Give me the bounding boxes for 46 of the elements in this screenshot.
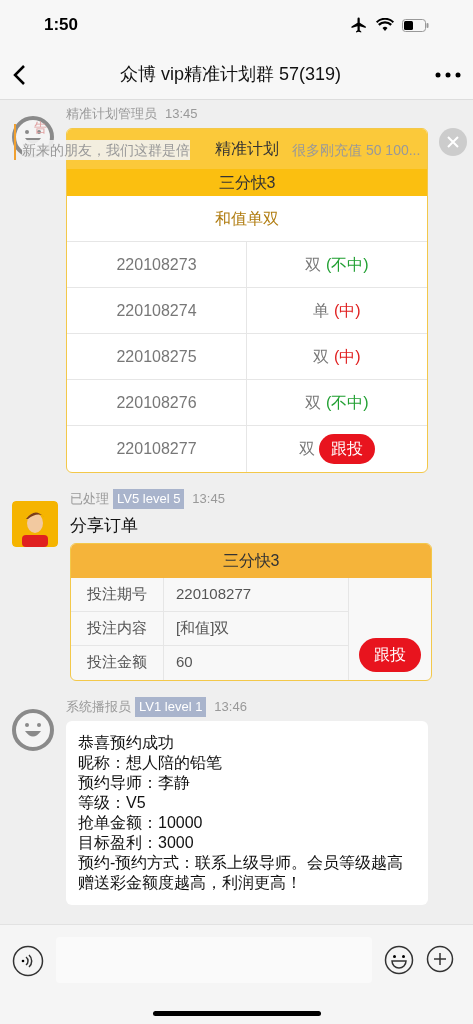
message-text: 分享订单 [70,515,139,537]
result-text: 双 [299,439,315,459]
message-time: 13:46 [214,697,247,716]
plus-icon[interactable] [426,945,454,973]
airplane-icon [350,16,368,34]
issue-cell: 220108275 [67,334,247,379]
field-label: 投注内容 [71,611,164,645]
result-text: 双 (中) [313,346,361,367]
message-bubble: 恭喜预约成功 昵称：想人陪的铅笔 预约导师：李静 等级：V5 抢单金额：10000 目标盈利：3000 预约-预约方式：联系上级导师。会员等级越高赠送彩金额度越高，利润更高！ [66,720,428,905]
issue-cell: 220108274 [67,288,247,333]
status-time: 1:50 [44,14,79,37]
result-text: 单 (中) [313,300,361,321]
column-title: 和值单双 [67,196,427,242]
avatar-icon [12,708,54,751]
card-title: 精准计划 [215,139,279,159]
avatar-icon [12,501,58,547]
sender-name: 系统播报员 [66,697,131,716]
field-value: [和值]双 [175,617,230,638]
back-icon[interactable] [12,63,26,86]
follow-bet-button[interactable]: 跟投 [319,434,375,464]
result-text: 双 (不中) [305,392,369,413]
field-value: 60 [175,652,193,673]
level-badge: LV5 level 5 [113,489,185,509]
issue-cell: 220108276 [67,380,247,425]
wifi-icon [376,18,394,32]
message-time: 13:45 [192,490,225,508]
chat-title: 众博 vip精准计划群 57(319) [119,63,342,86]
sender-name: 已处理 [70,490,109,508]
level-badge: LV1 level 1 [135,696,207,717]
issue-cell: 220108277 [67,426,247,472]
game-title: 三分快3 [71,543,431,578]
sender-name: 精准计划管理员 [66,105,157,123]
field-label: 投注期号 [71,577,164,611]
field-label: 投注金额 [71,645,164,680]
follow-bet-button[interactable]: 跟投 [359,637,421,672]
more-icon[interactable] [435,71,461,78]
announcement-text[interactable]: 新来的朋友，我们这群是倍 [22,140,190,160]
result-text: 双 (不中) [305,254,369,275]
issue-cell: 220108273 [67,242,247,287]
announcement-label: 告 [34,120,47,136]
field-value: 220108277 [175,583,252,604]
emoji-icon[interactable] [384,945,414,975]
message-time: 13:45 [165,105,198,123]
battery-icon [402,18,429,32]
game-title: 三分快3 [67,169,427,196]
voice-icon[interactable] [12,945,44,977]
